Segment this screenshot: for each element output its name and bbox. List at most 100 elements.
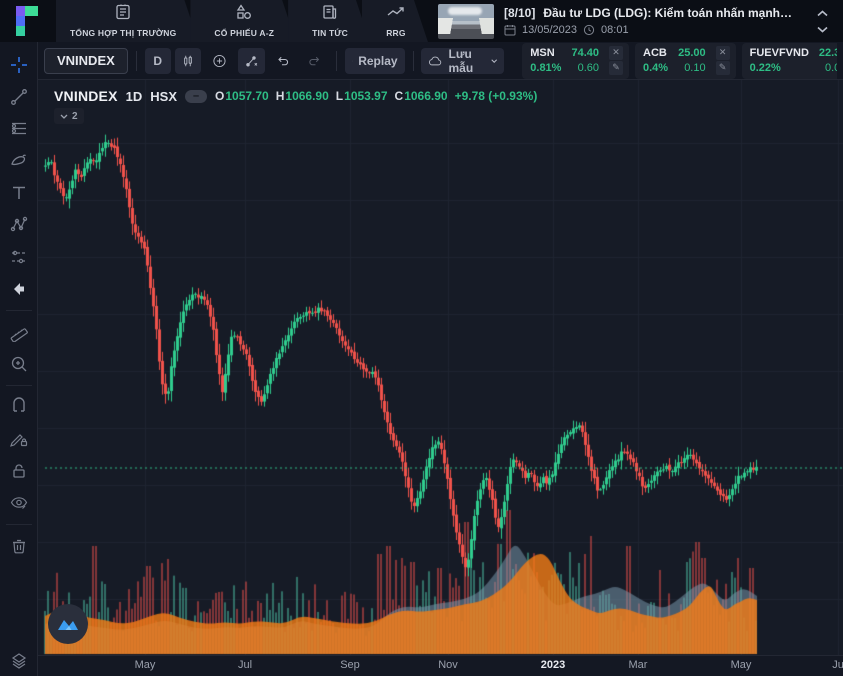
ticker-change: 0.60 — [577, 61, 599, 74]
ticker-change: 0.10 — [684, 61, 706, 74]
ticker-price: 22.31 — [818, 46, 837, 59]
ticker-symbol: FUEVFVND — [749, 46, 809, 59]
hide-series-button[interactable]: – — [185, 89, 207, 103]
tab-label: RRG — [386, 28, 406, 38]
chevron-down-icon — [60, 114, 68, 119]
news-nav — [801, 0, 843, 42]
tab-market-summary[interactable]: TỔNG HỢP THỊ TRƯỜNG — [56, 0, 198, 42]
calendar-icon — [504, 25, 516, 36]
remove-drawings-tool[interactable] — [4, 531, 34, 561]
fib-retracement-tool[interactable] — [4, 114, 34, 144]
news-prev-button[interactable] — [811, 6, 833, 20]
tab-rrg[interactable]: RRG — [362, 0, 428, 42]
collapse-toolbar-arrow[interactable] — [4, 274, 34, 304]
tab-news[interactable]: TIN TỨC — [288, 0, 370, 42]
measure-tool[interactable] — [4, 317, 34, 347]
tab-label: CỔ PHIẾU A-Z — [214, 28, 275, 38]
divider — [5, 524, 32, 525]
chevron-down-icon — [491, 58, 497, 63]
time-axis[interactable]: May Jul Sep Nov 2023 Mar May Ju — [38, 655, 843, 676]
zoom-in-tool[interactable] — [4, 349, 34, 379]
replay-button[interactable]: Replay — [344, 47, 405, 74]
axis-label: Nov — [438, 659, 458, 671]
hide-drawings-tool[interactable] — [4, 488, 34, 518]
change-value: +9.78 (+0.93%) — [454, 89, 538, 103]
divider — [336, 50, 337, 71]
legend-interval[interactable]: 1D — [126, 89, 143, 104]
chart-type-button[interactable] — [174, 47, 201, 74]
crosshair-tool[interactable] — [4, 50, 34, 80]
axis-label: Mar — [628, 659, 648, 671]
legend-symbol[interactable]: VNINDEX — [54, 88, 118, 104]
news-meta: 13/05/2023 08:01 — [504, 24, 793, 36]
watchlist-strip: MSN 74.40 ✕ 0.81% 0.60 ✎ ACB 25.00 ✕ 0.4… — [508, 42, 838, 79]
remove-ticker-button[interactable]: ✕ — [715, 45, 730, 60]
divider — [136, 50, 137, 71]
news-next-button[interactable] — [811, 22, 833, 36]
trend-line-tool[interactable] — [4, 82, 34, 112]
axis-label: May — [730, 659, 752, 671]
chart-pane[interactable]: VNINDEX 1D HSX – O1057.70 H1066.90 L1053… — [38, 80, 843, 676]
market-summary-icon — [114, 4, 132, 25]
brush-tool[interactable] — [4, 146, 34, 176]
lock-drawings-tool[interactable] — [4, 456, 34, 486]
indicators-button[interactable] — [237, 47, 266, 74]
divider — [412, 50, 414, 71]
news-icon — [321, 4, 339, 25]
watchlist-card-msn[interactable]: MSN 74.40 ✕ 0.81% 0.60 ✎ — [522, 42, 629, 79]
edit-ticker-button[interactable]: ✎ — [715, 60, 730, 75]
mountain-logo-icon — [58, 620, 78, 630]
ticker-change: 0.05 — [825, 61, 837, 74]
watchlist-card-fuevfvnd[interactable]: FUEVFVND 22.31 › 0.22% 0.05 ✎ — [741, 42, 838, 79]
divider — [5, 310, 32, 311]
candlestick-icon — [183, 55, 192, 66]
axis-label: May — [134, 659, 156, 671]
ticker-symbol: ACB — [643, 46, 667, 59]
news-title[interactable]: [8/10] Đầu tư LDG (LDG): Kiểm toán nhấn m… — [504, 6, 793, 20]
price-chart-canvas[interactable] — [38, 80, 843, 655]
position-tool[interactable] — [4, 242, 34, 272]
redo-icon — [308, 56, 319, 65]
legend-exchange: HSX — [150, 88, 177, 104]
chevron-down-icon — [816, 26, 828, 33]
ticker-price: 74.40 — [571, 46, 599, 59]
ticker-percent: 0.81% — [530, 61, 562, 74]
drawing-mode-lock-tool[interactable] — [4, 424, 34, 454]
redo-button[interactable] — [301, 48, 328, 74]
edit-ticker-button[interactable]: ✎ — [609, 60, 623, 75]
pattern-tool[interactable] — [4, 210, 34, 240]
news-time: 08:01 — [601, 24, 629, 36]
interval-button[interactable]: D — [144, 47, 171, 74]
rrg-icon — [386, 4, 406, 25]
legend-collapse-button[interactable]: 2 — [54, 108, 84, 124]
object-tree-layers-tool[interactable] — [4, 646, 34, 676]
magnet-tool[interactable] — [4, 392, 34, 422]
ticker-percent: 0.22% — [749, 61, 781, 74]
cloud-icon — [429, 56, 442, 65]
text-tool[interactable] — [4, 178, 34, 208]
clock-icon — [583, 24, 595, 36]
chevron-up-icon — [816, 9, 828, 16]
app-logo[interactable] — [0, 0, 56, 42]
chart-toolbar: VNINDEX D Replay Lưu mẫu MSN 74.40 ✕ 0.8… — [38, 42, 843, 80]
ticker-percent: 0.4% — [643, 61, 669, 74]
undo-button[interactable] — [269, 48, 296, 74]
symbol-search-input[interactable]: VNINDEX — [44, 47, 128, 74]
plus-circle-icon — [213, 54, 226, 67]
broker-watermark-logo[interactable] — [48, 604, 88, 644]
save-template-button[interactable]: Lưu mẫu — [421, 47, 505, 75]
tab-stocks-az[interactable]: CỔ PHIẾU A-Z — [190, 0, 296, 42]
compare-add-button[interactable] — [205, 48, 234, 74]
remove-ticker-button[interactable]: ✕ — [609, 45, 623, 60]
undo-icon — [278, 56, 289, 65]
news-ticker[interactable]: [8/10] Đầu tư LDG (LDG): Kiểm toán nhấn m… — [420, 0, 801, 42]
ticker-symbol: MSN — [530, 46, 555, 59]
axis-label: Jul — [237, 659, 253, 671]
news-thumbnail — [437, 3, 494, 39]
tab-label: TIN TỨC — [312, 28, 348, 38]
news-date: 13/05/2023 — [521, 24, 578, 36]
ohlc-values: O1057.70 H1066.90 L1053.97 C1066.90 +9.7… — [215, 89, 538, 103]
watchlist-card-acb[interactable]: ACB 25.00 ✕ 0.4% 0.10 ✎ — [635, 42, 736, 79]
axis-label: 2023 — [540, 659, 566, 671]
ticker-price: 25.00 — [678, 46, 706, 59]
